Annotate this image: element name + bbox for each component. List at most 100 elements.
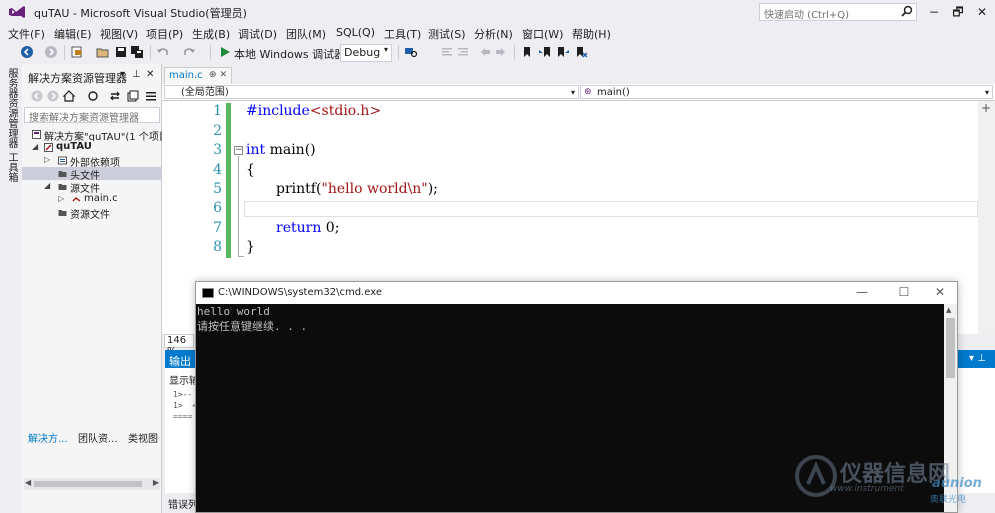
line-number: 4 xyxy=(213,162,222,178)
tab-class-view[interactable]: 类视图 xyxy=(128,430,158,445)
menu-test[interactable]: 测试(S) xyxy=(428,26,466,42)
bookmark-prev-icon[interactable] xyxy=(478,45,492,59)
collapse-all-icon[interactable] xyxy=(126,89,140,103)
expanded-arrow-icon[interactable]: ◢ xyxy=(44,181,50,190)
previous-bookmark-icon[interactable] xyxy=(538,45,552,59)
zoom-level[interactable]: 146 % xyxy=(164,334,194,357)
new-project-icon[interactable] xyxy=(70,45,84,59)
open-file-icon[interactable] xyxy=(96,45,110,59)
console-title-bar[interactable]: C:\WINDOWS\system32\cmd.exe — ☐ ✕ xyxy=(196,282,957,304)
chevron-down-icon: ▾ xyxy=(984,88,989,97)
tree-item-resource-files[interactable]: 资源文件 xyxy=(22,206,162,219)
menu-edit[interactable]: 编辑(E) xyxy=(54,26,92,42)
scrollbar-thumb[interactable] xyxy=(946,318,955,378)
menu-tools[interactable]: 工具(T) xyxy=(384,26,421,42)
tree-item-label: 源文件 xyxy=(70,184,100,193)
tree-item-external-dependencies[interactable]: ▷ 外部依赖项 xyxy=(22,154,162,167)
tab-team-explorer[interactable]: 团队资... xyxy=(78,430,118,445)
save-all-icon[interactable] xyxy=(130,45,144,59)
find-in-files-icon[interactable] xyxy=(404,45,418,59)
pin-icon[interactable]: ⊥ xyxy=(132,69,141,80)
menu-analyze[interactable]: 分析(N) xyxy=(474,26,513,42)
server-explorer-tab[interactable]: 服务器资源管理器 xyxy=(4,68,19,148)
collapsed-arrow-icon[interactable]: ▷ xyxy=(44,155,50,164)
tab-main-c[interactable]: main.c ⊕ ✕ xyxy=(164,67,232,84)
redo-icon[interactable] xyxy=(182,45,196,59)
tab-pin-close-icon[interactable]: ⊕ ✕ xyxy=(209,70,227,80)
scroll-left-icon[interactable]: ◀ xyxy=(25,478,31,487)
toolbox-tab[interactable]: 工具箱 xyxy=(4,152,19,182)
horizontal-scrollbar[interactable]: ◀ ▶ xyxy=(24,478,160,490)
uncomment-icon[interactable] xyxy=(456,45,470,59)
tree-item-main-c[interactable]: ▷ main.c xyxy=(22,193,162,206)
comment-icon[interactable] xyxy=(440,45,454,59)
bottom-tool-tabs: 解决方... 团队资... 类视图 xyxy=(0,427,162,449)
code-line-printf: printf("hello world\n"); xyxy=(276,181,438,197)
menu-view[interactable]: 视图(V) xyxy=(100,26,138,42)
forward-icon[interactable] xyxy=(44,45,58,59)
undo-icon[interactable] xyxy=(156,45,170,59)
folder-icon xyxy=(58,210,67,216)
restore-button[interactable]: 🗗 xyxy=(946,2,970,22)
scrollbar-thumb[interactable] xyxy=(34,481,142,487)
menu-file[interactable]: 文件(F) xyxy=(8,26,45,42)
solution-configuration-dropdown[interactable]: Debug ▾ xyxy=(340,44,392,62)
collapse-outline-icon[interactable]: − xyxy=(234,146,243,155)
properties-icon[interactable] xyxy=(144,89,158,103)
menu-project[interactable]: 项目(P) xyxy=(146,26,183,42)
menu-help[interactable]: 帮助(H) xyxy=(572,26,611,42)
tab-label: main.c xyxy=(169,70,203,81)
minimize-button[interactable]: − xyxy=(922,2,946,22)
next-bookmark-icon[interactable] xyxy=(556,45,570,59)
code-line-include: #include<stdio.h> xyxy=(246,103,381,119)
close-button[interactable]: ✕ xyxy=(970,2,994,22)
console-maximize-button[interactable]: ☐ xyxy=(892,285,916,299)
output-line: ==== xyxy=(173,412,193,421)
menu-window[interactable]: 窗口(W) xyxy=(522,26,563,42)
pin-icon[interactable]: ▾ ⊥ xyxy=(969,353,986,364)
tree-item-project[interactable]: ◢ quTAU xyxy=(22,141,162,154)
member-dropdown[interactable]: ⊛ main() ▾ xyxy=(580,85,993,99)
home-icon[interactable] xyxy=(62,89,76,103)
console-title: C:\WINDOWS\system32\cmd.exe xyxy=(218,287,382,298)
tree-item-header-files[interactable]: 头文件 xyxy=(22,167,162,180)
back-icon[interactable] xyxy=(30,89,44,103)
split-view-icon[interactable]: + xyxy=(981,101,991,115)
menu-sql[interactable]: SQL(Q) xyxy=(336,26,375,39)
start-debugging-label[interactable]: 本地 Windows 调试器 xyxy=(234,46,345,62)
chevron-down-icon: ▾ xyxy=(383,45,388,54)
clear-bookmarks-icon[interactable] xyxy=(574,45,588,59)
console-minimize-button[interactable]: — xyxy=(850,285,874,299)
save-icon[interactable] xyxy=(114,45,128,59)
expanded-arrow-icon[interactable]: ◢ xyxy=(32,142,38,151)
collapsed-arrow-icon[interactable]: ▷ xyxy=(58,194,64,203)
scroll-right-icon[interactable]: ▶ xyxy=(153,478,159,487)
tree-item-solution[interactable]: 解决方案"quTAU"(1 个项目) xyxy=(22,128,162,141)
code-navigation-bar: (全局范围) ▾ ⊛ main() ▾ xyxy=(162,84,995,101)
console-close-button[interactable]: ✕ xyxy=(928,285,952,299)
toggle-bookmark-icon[interactable] xyxy=(520,45,534,59)
menu-build[interactable]: 生成(B) xyxy=(192,26,230,42)
bookmark-next-icon[interactable] xyxy=(494,45,508,59)
solution-explorer-search-input[interactable]: 搜索解决方案资源管理器 xyxy=(24,107,160,123)
close-icon[interactable]: ✕ xyxy=(146,69,154,80)
forward-icon[interactable] xyxy=(46,89,60,103)
editor-vertical-scrollbar[interactable]: + xyxy=(978,101,995,334)
start-debugging-icon[interactable] xyxy=(218,45,232,59)
tree-item-source-files[interactable]: ◢ 源文件 xyxy=(22,180,162,193)
refresh-icon[interactable] xyxy=(108,89,122,103)
tab-solution-explorer[interactable]: 解决方... xyxy=(28,430,68,445)
console-window[interactable]: C:\WINDOWS\system32\cmd.exe — ☐ ✕ hello … xyxy=(195,281,958,513)
line-number: 6 xyxy=(213,200,222,216)
tab-error-list[interactable]: 错误列 xyxy=(168,496,198,511)
scope-dropdown[interactable]: (全局范围) ▾ xyxy=(164,85,579,99)
menu-team[interactable]: 团队(M) xyxy=(286,26,326,42)
quick-launch-input[interactable]: 快速启动 (Ctrl+Q) xyxy=(759,3,917,21)
console-output[interactable]: hello world 请按任意键继续. . . xyxy=(196,304,944,512)
back-icon[interactable] xyxy=(20,45,34,59)
menu-debug[interactable]: 调试(D) xyxy=(238,26,277,42)
sync-icon[interactable] xyxy=(86,89,100,103)
dropdown-icon[interactable]: ▾ xyxy=(120,69,125,80)
scroll-up-icon[interactable]: ▲ xyxy=(946,306,951,314)
console-vertical-scrollbar[interactable]: ▲ xyxy=(944,304,957,512)
